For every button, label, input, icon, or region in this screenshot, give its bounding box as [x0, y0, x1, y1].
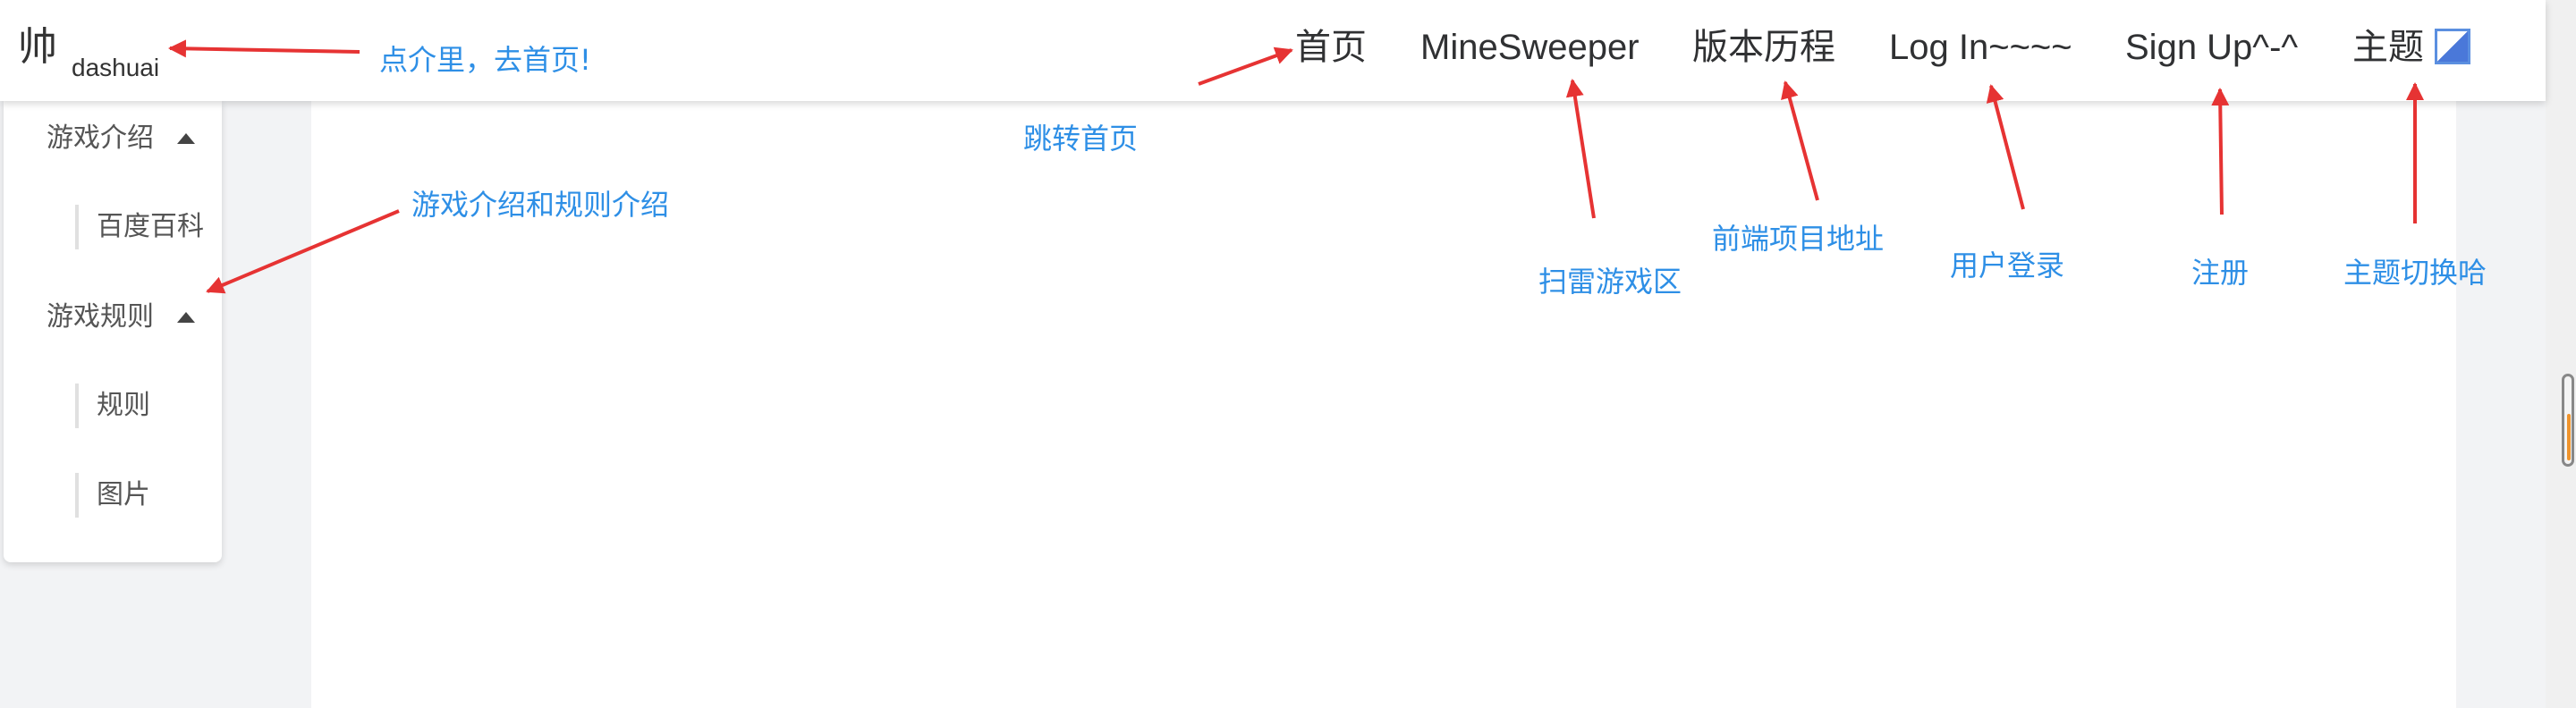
arrow-to-signup	[2211, 88, 2230, 215]
arrow-to-minesweeper	[1565, 79, 1596, 219]
arrow-to-sidebar	[206, 209, 400, 294]
arrow-to-login	[1986, 84, 2025, 210]
annotation-arrows	[168, 39, 2424, 294]
arrow-to-logo	[168, 39, 360, 58]
arrow-to-home	[1198, 46, 1293, 86]
arrow-to-version-history	[1781, 80, 1819, 201]
